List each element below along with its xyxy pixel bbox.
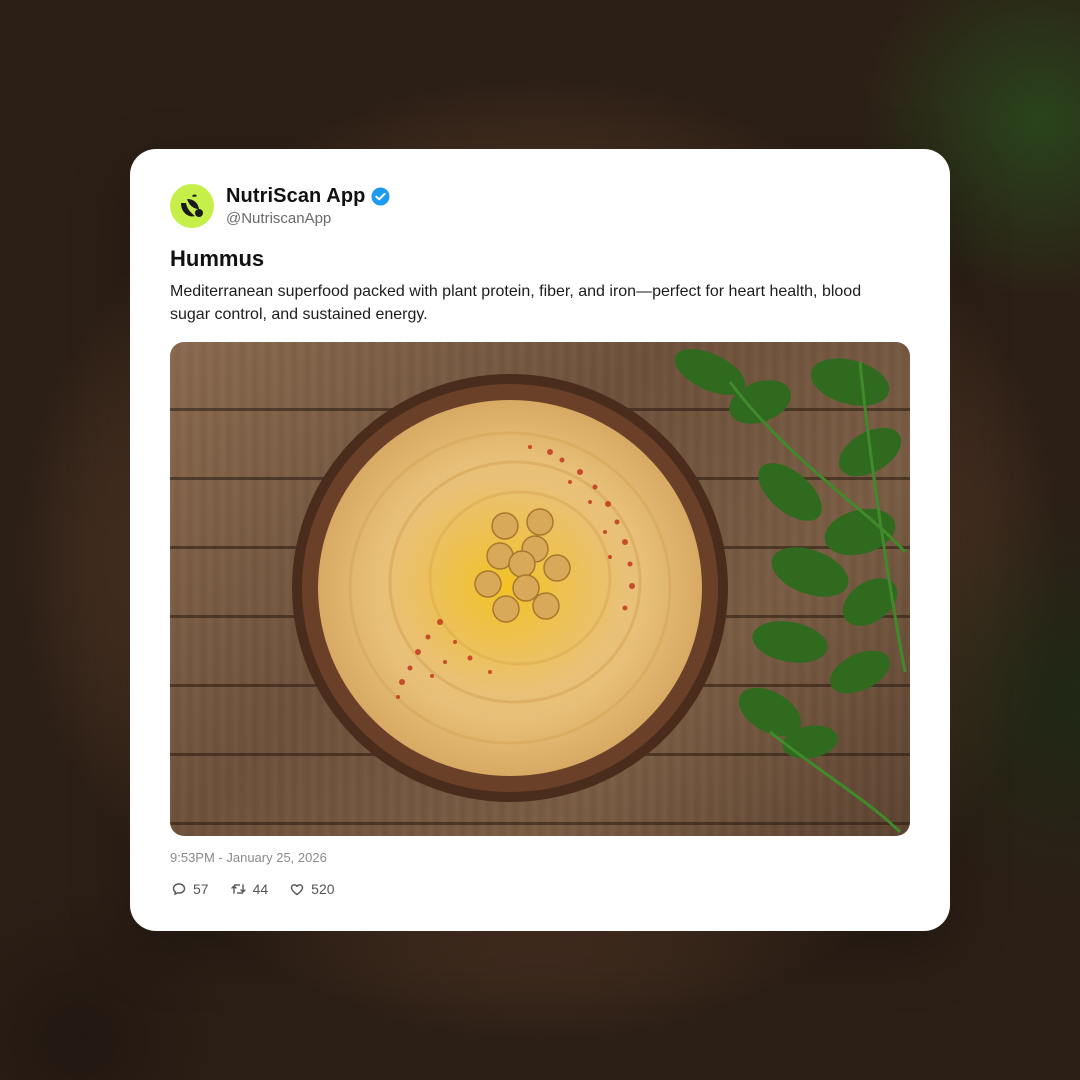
repost-count: 44 (252, 881, 269, 897)
heart-icon (290, 883, 304, 895)
comment-icon (172, 883, 186, 895)
post-card: NutriScan App @NutriscanApp Hummus Medit… (130, 149, 950, 931)
hummus-illustration (292, 349, 907, 834)
reply-button[interactable]: 57 (172, 881, 209, 897)
post-timestamp[interactable]: 9:53PM - January 25, 2026 (170, 850, 327, 865)
avatar[interactable] (170, 184, 214, 228)
author-display-name[interactable]: NutriScan App (226, 185, 365, 208)
post-header: NutriScan App @NutriscanApp (170, 184, 390, 228)
repost-button[interactable]: 44 (230, 881, 269, 897)
author-names: NutriScan App @NutriscanApp (226, 185, 390, 227)
like-count: 520 (311, 881, 335, 897)
verified-badge-icon (371, 187, 390, 206)
post-title: Hummus (170, 246, 265, 271)
like-button[interactable]: 520 (290, 881, 335, 897)
post-description: Mediterranean superfood packed with plan… (170, 283, 862, 323)
author-handle[interactable]: @NutriscanApp (226, 210, 390, 227)
engagement-bar: 57 44 520 (172, 881, 357, 897)
hummus-photo[interactable] (170, 342, 910, 836)
repost-icon (230, 884, 246, 894)
nutriscan-logo-icon (181, 194, 203, 217)
reply-count: 57 (193, 881, 209, 897)
